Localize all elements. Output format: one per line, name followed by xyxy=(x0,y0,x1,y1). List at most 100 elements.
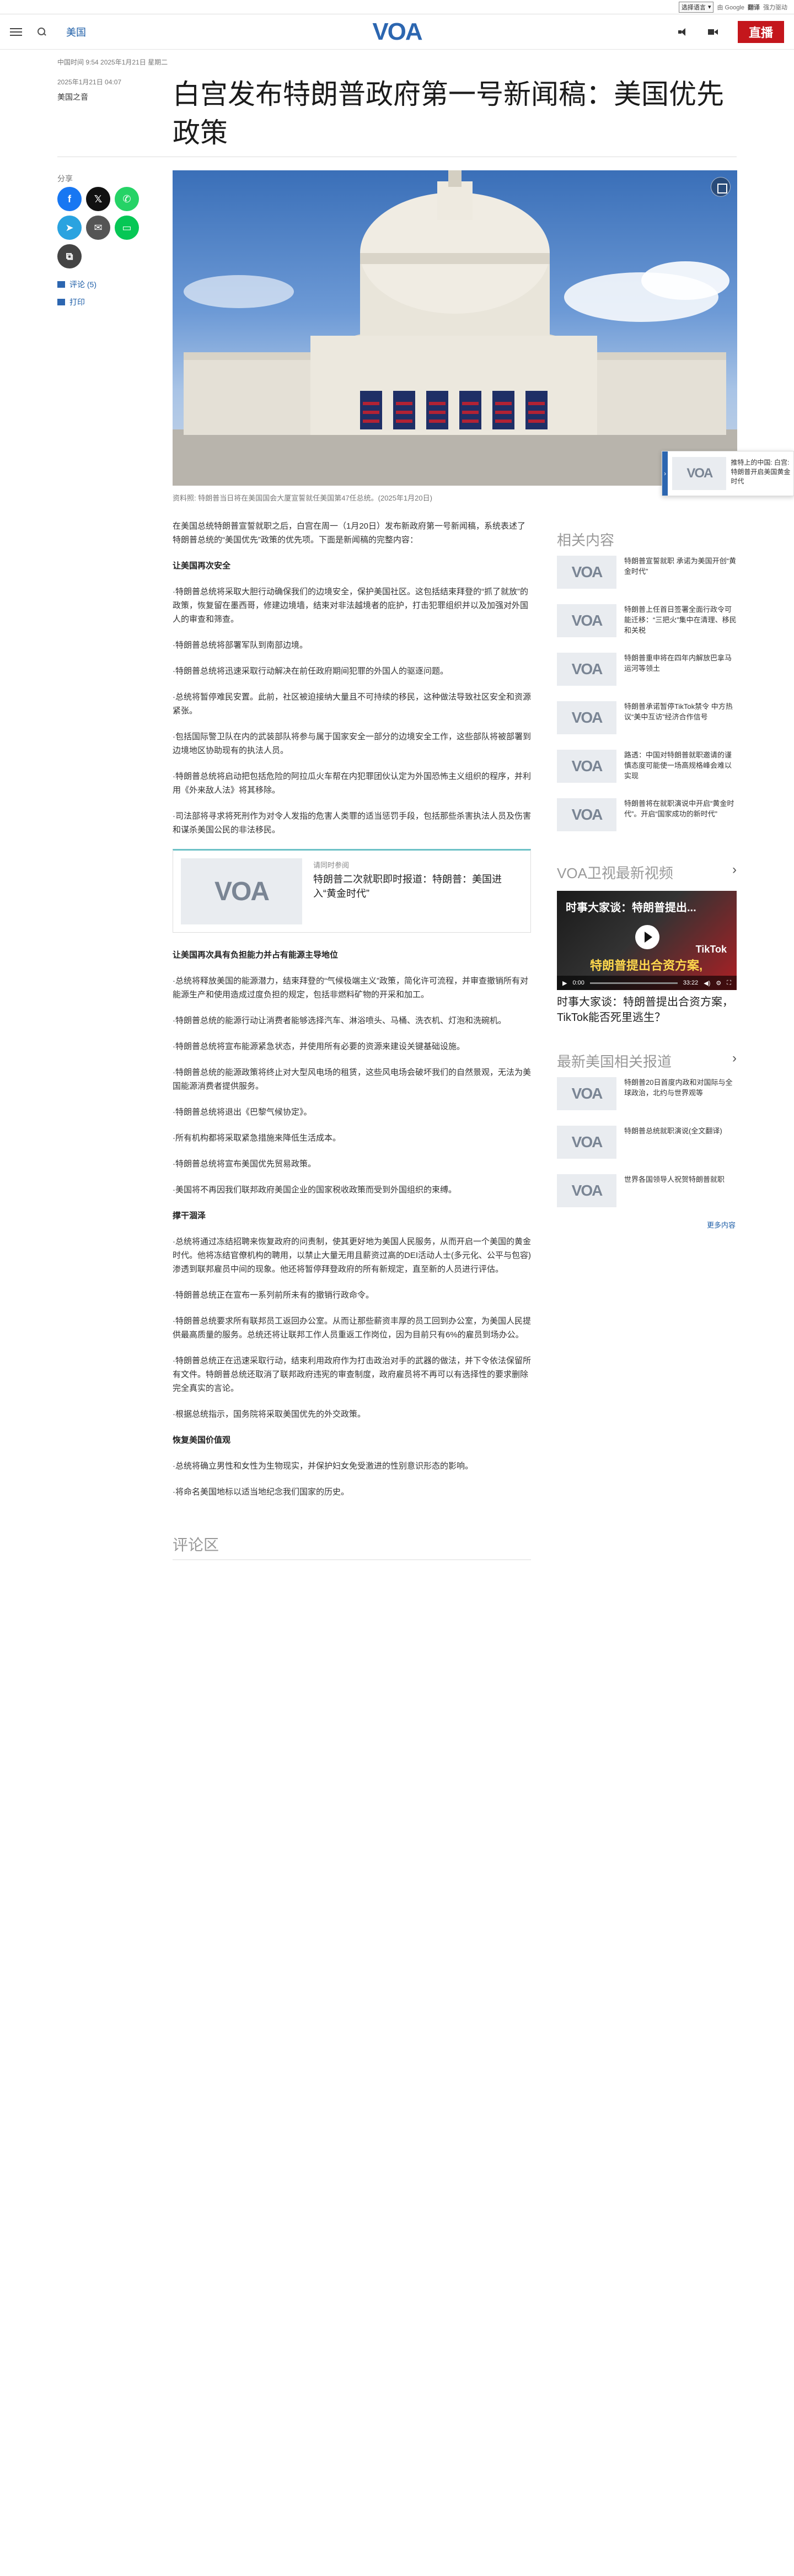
video-caption[interactable]: 时事大家谈：特朗普提出合资方案，TikTok能否死里逃生？ xyxy=(557,994,737,1025)
article-author[interactable]: 美国之音 xyxy=(57,92,88,103)
voa-logo-text: VOA xyxy=(571,1133,603,1150)
latest-item[interactable]: VOA 特朗普20日首度内政和对国际与全球政治，北约与世界观等 xyxy=(557,1077,737,1110)
related-item[interactable]: VOA 特朗普将在就职演说中开启“黄金时代”。开启“国家成功的新时代” xyxy=(557,798,737,831)
floating-story-popup[interactable]: › VOA 推特上的中国: 白宫: 特朗普开启美国黄金时代 xyxy=(662,451,794,496)
menu-icon[interactable] xyxy=(10,26,22,38)
related-item[interactable]: VOA 特朗普承诺暂停TikTok禁令 中方热议“美中互访”经济合作信号 xyxy=(557,701,737,734)
related-heading: 相关内容 xyxy=(557,529,737,550)
print-icon xyxy=(57,299,65,305)
intro-paragraph: 在美国总统特朗普宣誓就职之后，白宫在周一（1月20日）发布新政府第一号新闻稿，系… xyxy=(173,521,526,545)
latest-title: 特朗普20日首度内政和对国际与全球政治，北约与世界观等 xyxy=(624,1078,733,1097)
voa-logo-text: VOA xyxy=(571,563,603,580)
list-item: ·所有机构都将采取紧急措施来降低生活成本。 xyxy=(173,1133,341,1143)
list-item: ·特朗普总统正在宣布一系列前所未有的撤销行政命令。 xyxy=(173,1290,374,1300)
language-select[interactable]: 选择语言 ▾ xyxy=(678,1,714,13)
voa-logo[interactable]: VOA xyxy=(372,18,422,45)
see-also-box[interactable]: VOA 请同时参阅 特朗普二次就职即时报道：特朗普：美国进入“黄金时代” xyxy=(173,849,531,933)
facebook-share-button[interactable]: f xyxy=(57,187,82,211)
share-label: 分享 xyxy=(57,174,73,183)
telegram-share-button[interactable]: ➤ xyxy=(57,216,82,240)
related-thumbnail: VOA xyxy=(557,556,616,589)
latest-heading-label: 最新美国相关报道 xyxy=(557,1053,672,1070)
related-item[interactable]: VOA 特朗普宣誓就职 承诺为美国开创“黄金时代” xyxy=(557,556,737,589)
list-item: ·特朗普总统将部署军队到南部边境。 xyxy=(173,641,308,650)
voa-logo-text: VOA xyxy=(372,18,422,45)
video-heading-label: VOA卫视最新视频 xyxy=(557,865,673,881)
related-thumbnail: VOA xyxy=(557,750,616,783)
list-item: ·特朗普总统正在迅速采取行动，结束利用政府作为打击政治对手的武器的做法，并下令依… xyxy=(173,1356,531,1393)
section-heading: 让美国再次具有负担能力并占有能源主导地位 xyxy=(173,950,339,960)
copy-link-button[interactable]: ⧉ xyxy=(57,244,82,268)
play-small-icon[interactable]: ▶ xyxy=(562,980,567,987)
more-link[interactable]: 更多内容 xyxy=(707,1219,736,1230)
list-item: ·根据总统指示，国务院将采取美国优先的外交政策。 xyxy=(173,1410,366,1419)
audio-icon[interactable] xyxy=(678,28,688,36)
line-share-button[interactable]: ▭ xyxy=(115,216,139,240)
chevron-down-icon: ▾ xyxy=(707,4,711,10)
whatsapp-share-button[interactable]: ✆ xyxy=(115,187,139,211)
progress-bar[interactable] xyxy=(589,982,678,984)
popup-toggle[interactable]: › xyxy=(662,451,668,496)
live-button[interactable]: 直播 xyxy=(737,20,784,43)
related-item[interactable]: VOA 特朗普重申将在四年内解放巴拿马运河等领土 xyxy=(557,653,737,686)
print-link[interactable]: 打印 xyxy=(57,297,85,308)
latest-title: 特朗普总统就职演说(全文翻译) xyxy=(624,1127,722,1135)
capitol-illustration xyxy=(173,170,737,486)
list-item: ·总统将暂停难民安置。此前，社区被迫接纳大量且不可持续的移民，这种做法导致社区安… xyxy=(173,692,531,716)
related-item[interactable]: VOA 特朗普上任首日签署全面行政令可能迁移：“三把火”集中在清理、移民和关税 xyxy=(557,604,737,637)
latest-item[interactable]: VOA 特朗普总统就职演说(全文翻译) xyxy=(557,1126,737,1159)
related-title: 特朗普上任首日签署全面行政令可能迁移：“三把火”集中在清理、移民和关税 xyxy=(624,605,737,634)
related-title: 路透：中国对特朗普就职邀请的谨慎态度可能使一场高规格峰会难以实现 xyxy=(624,751,732,780)
related-title: 特朗普宣誓就职 承诺为美国开创“黄金时代” xyxy=(624,557,736,576)
list-item: ·司法部将寻求将死刑作为对令人发指的危害人类罪的适当惩罚手段，包括那些杀害执法人… xyxy=(173,811,531,835)
video-heading[interactable]: VOA卫视最新视频 › xyxy=(557,862,737,883)
video-controls: ▶ 0:00 33:22 ◀) ⚙ ⛶ xyxy=(557,976,737,990)
list-item: ·美国将不再因我们联邦政府美国企业的国家税收政策而受到外国组织的束缚。 xyxy=(173,1185,457,1195)
tiktok-badge: TikTok xyxy=(695,944,727,955)
fullscreen-icon[interactable]: ⛶ xyxy=(727,980,731,987)
play-icon[interactable] xyxy=(635,925,659,949)
popup-thumbnail: VOA xyxy=(672,457,727,490)
related-thumbnail: VOA xyxy=(557,798,616,831)
related-item[interactable]: VOA 路透：中国对特朗普就职邀请的谨慎态度可能使一场高规格峰会难以实现 xyxy=(557,750,737,783)
voa-logo-text: VOA xyxy=(686,466,713,481)
section-heading: 让美国再次安全 xyxy=(173,561,231,571)
search-icon[interactable] xyxy=(37,27,46,36)
comments-heading: 评论区 xyxy=(173,1533,531,1560)
video-player[interactable]: 时事大家谈：特朗普提出... 特朗普提出合资方案, TikTok ▶ 0:00 … xyxy=(557,891,737,990)
list-item: ·将命名美国地标以适当地纪念我们国家的历史。 xyxy=(173,1487,349,1497)
latest-title: 世界各国领导人祝贺特朗普就职 xyxy=(624,1175,725,1184)
related-thumbnail: VOA xyxy=(557,701,616,734)
email-share-button[interactable]: ✉ xyxy=(86,216,110,240)
related-thumbnail: VOA xyxy=(557,653,616,686)
latest-thumbnail: VOA xyxy=(557,1174,616,1207)
comments-link[interactable]: 评论 (5) xyxy=(57,279,96,290)
voa-logo-text: VOA xyxy=(571,709,603,726)
list-item: ·特朗普总统将退出《巴黎气候协定》。 xyxy=(173,1107,312,1117)
volume-icon[interactable]: ◀) xyxy=(704,980,710,987)
voa-logo-text: VOA xyxy=(571,1182,603,1199)
settings-icon[interactable]: ⚙ xyxy=(716,980,721,987)
list-item: ·特朗普总统的能源行动让消费者能够选择汽车、淋浴喷头、马桶、洗衣机、灯泡和洗碗机… xyxy=(173,1016,506,1025)
latest-item[interactable]: VOA 世界各国领导人祝贺特朗普就职 xyxy=(557,1174,737,1207)
google-translate-label: 翻译 xyxy=(748,4,760,11)
related-title: 特朗普承诺暂停TikTok禁令 中方热议“美中互访”经济合作信号 xyxy=(624,702,733,721)
video-overlay-subtitle: 特朗普提出合资方案, xyxy=(590,959,703,972)
article-body: 在美国总统特朗普宣誓就职之后，白宫在周一（1月20日）发布新政府第一号新闻稿，系… xyxy=(173,519,531,1511)
voa-logo-text: VOA xyxy=(571,660,603,677)
powered-by-label: 由 Google xyxy=(717,4,744,11)
x-share-button[interactable]: 𝕏 xyxy=(86,187,110,211)
language-select-label: 选择语言 xyxy=(681,4,706,11)
expand-icon[interactable] xyxy=(711,177,731,197)
time-total: 33:22 xyxy=(683,980,699,986)
latest-heading[interactable]: 最新美国相关报道 › xyxy=(557,1051,737,1071)
translate-brand-label: 强力驱动 xyxy=(763,4,787,11)
list-item: ·特朗普总统的能源政策将终止对大型风电场的租赁，这些风电场会破坏我们的自然景观，… xyxy=(173,1068,531,1091)
chevron-right-icon: › xyxy=(732,1051,737,1066)
list-item: ·特朗普总统将采取大胆行动确保我们的边境安全，保护美国社区。这包括结束拜登的“抓… xyxy=(173,587,529,624)
related-thumbnail: VOA xyxy=(557,604,616,637)
section-link-us[interactable]: 美国 xyxy=(66,25,86,39)
section-heading: 撑干涸泽 xyxy=(173,1211,206,1220)
list-item: ·特朗普总统将启动把包括危险的阿拉瓜火车帮在内犯罪团伙认定为外国恐怖主义组织的程… xyxy=(173,772,531,795)
video-icon[interactable] xyxy=(707,28,718,36)
